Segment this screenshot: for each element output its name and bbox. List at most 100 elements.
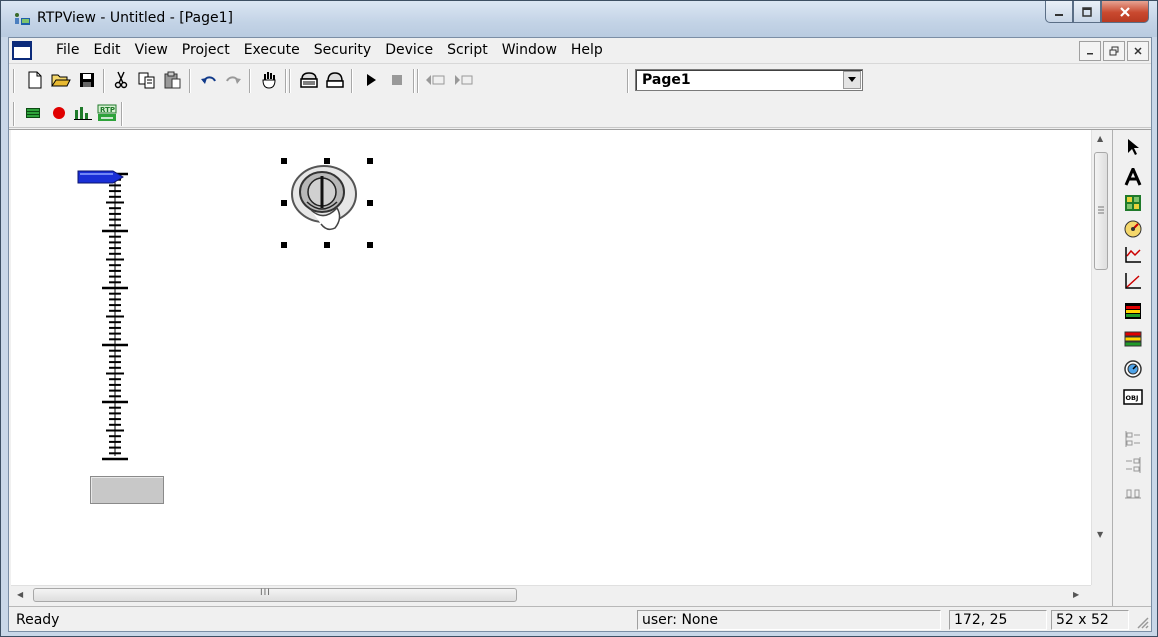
page-selector-dropdown-button[interactable] (843, 71, 861, 89)
menu-window[interactable]: Window (495, 42, 564, 58)
paste-icon (164, 71, 181, 89)
page-selector[interactable]: Page1 (635, 69, 863, 91)
mdi-close-button[interactable] (1127, 41, 1149, 61)
record-button[interactable] (47, 102, 71, 124)
vertical-scroll-thumb[interactable] (1094, 152, 1108, 270)
scroll-left-icon[interactable]: ◀ (17, 590, 23, 599)
menu-execute[interactable]: Execute (237, 42, 307, 58)
maximize-icon (1082, 6, 1092, 17)
print-preview-icon (326, 72, 344, 88)
new-button[interactable] (23, 69, 47, 91)
bar-chart-button[interactable] (71, 102, 95, 124)
slider-scale (102, 172, 128, 461)
print-preview-button[interactable] (323, 69, 347, 91)
resize-grip-icon[interactable] (1135, 615, 1149, 629)
hand-button[interactable] (257, 69, 281, 91)
gauge-tool[interactable] (1122, 218, 1144, 240)
selection-handle[interactable] (281, 200, 287, 206)
slider-pointer[interactable] (77, 170, 124, 184)
maximize-button[interactable] (1073, 1, 1101, 23)
rtp-button[interactable]: RTP (95, 102, 119, 124)
pointer-tool[interactable] (1122, 136, 1144, 158)
selection-handle[interactable] (324, 242, 330, 248)
document-icon[interactable] (12, 41, 32, 60)
toolbar-grip (13, 69, 15, 93)
selection-handle[interactable] (324, 158, 330, 164)
selection-handle[interactable] (281, 158, 287, 164)
xy-plot-tool[interactable] (1122, 270, 1144, 292)
align-bottom-tool-icon (1125, 489, 1141, 499)
print-button[interactable] (297, 69, 321, 91)
alarm-tool[interactable] (1122, 300, 1144, 322)
mdi-restore-button[interactable] (1103, 41, 1125, 61)
slider-base[interactable] (90, 476, 164, 504)
svg-text:OBJ: OBJ (1126, 394, 1139, 402)
title-bar[interactable]: RTPView - Untitled - [Page1] (1, 1, 1157, 37)
copy-button[interactable] (135, 69, 159, 91)
tag-list-button[interactable] (21, 102, 45, 124)
selected-knob-control[interactable] (277, 158, 373, 248)
selection-handle[interactable] (367, 200, 373, 206)
run-button[interactable] (359, 69, 383, 91)
selection-handle[interactable] (281, 242, 287, 248)
paste-button[interactable] (161, 69, 185, 91)
toolbar-separator (417, 69, 419, 93)
open-button[interactable] (49, 69, 73, 91)
toolbar-separator (351, 69, 353, 93)
chevron-down-icon (848, 77, 856, 82)
image-tool[interactable] (1122, 192, 1144, 214)
minimize-button[interactable] (1045, 1, 1073, 23)
undo-button[interactable] (197, 69, 221, 91)
prev-page-button[interactable] (423, 69, 447, 91)
menu-device[interactable]: Device (378, 42, 440, 58)
menu-bar: File Edit View Project Execute Security … (9, 38, 1151, 64)
menu-security[interactable]: Security (307, 42, 379, 58)
vertical-scrollbar[interactable]: ▲ ▼ (1091, 130, 1110, 585)
toolbar-grip (13, 102, 15, 126)
horizontal-scroll-thumb[interactable]: III (33, 588, 517, 602)
trend-tool-icon (1125, 247, 1141, 263)
toolbar-separator (189, 69, 191, 93)
menu-script[interactable]: Script (440, 42, 495, 58)
bar-tool[interactable] (1122, 328, 1144, 350)
cut-button[interactable] (109, 69, 133, 91)
menu-view[interactable]: View (128, 42, 175, 58)
text-tool[interactable] (1122, 166, 1144, 188)
scroll-up-icon[interactable]: ▲ (1097, 134, 1103, 143)
prev-page-icon (426, 75, 445, 85)
selection-handle[interactable] (367, 158, 373, 164)
page-canvas[interactable] (11, 130, 1091, 585)
selection-handle[interactable] (367, 242, 373, 248)
menu-help[interactable]: Help (564, 42, 610, 58)
record-icon (53, 107, 65, 119)
toolbar-separator (627, 69, 629, 93)
trend-tool[interactable] (1122, 244, 1144, 266)
redo-button[interactable] (221, 69, 245, 91)
hand-icon (262, 72, 276, 89)
stop-button[interactable] (385, 69, 409, 91)
object-tool[interactable]: OBJ (1122, 386, 1144, 408)
next-page-button[interactable] (451, 69, 475, 91)
close-icon (1134, 47, 1142, 55)
scroll-down-icon[interactable]: ▼ (1097, 530, 1103, 539)
bar-tool-icon (1124, 331, 1142, 347)
status-size: 52 x 52 (1051, 610, 1129, 630)
align-right-tool[interactable] (1122, 454, 1144, 476)
secondary-toolbar: RTP (9, 98, 1151, 128)
dial-tool[interactable] (1122, 358, 1144, 380)
save-button[interactable] (75, 69, 99, 91)
app-window: RTPView - Untitled - [Page1] File Edit V… (0, 0, 1158, 637)
menu-file[interactable]: File (49, 42, 86, 58)
slider-gauge[interactable] (77, 166, 147, 466)
print-icon (300, 72, 318, 88)
minimize-icon (1087, 53, 1093, 55)
horizontal-scrollbar[interactable]: ◀ III ▶ (11, 585, 1091, 604)
mdi-minimize-button[interactable] (1079, 41, 1101, 61)
close-button[interactable] (1101, 1, 1149, 23)
menu-edit[interactable]: Edit (86, 42, 127, 58)
menu-project[interactable]: Project (175, 42, 237, 58)
align-left-tool[interactable] (1122, 428, 1144, 450)
scroll-right-icon[interactable]: ▶ (1073, 590, 1079, 599)
cut-icon (114, 71, 128, 89)
align-bottom-tool[interactable] (1122, 480, 1144, 502)
